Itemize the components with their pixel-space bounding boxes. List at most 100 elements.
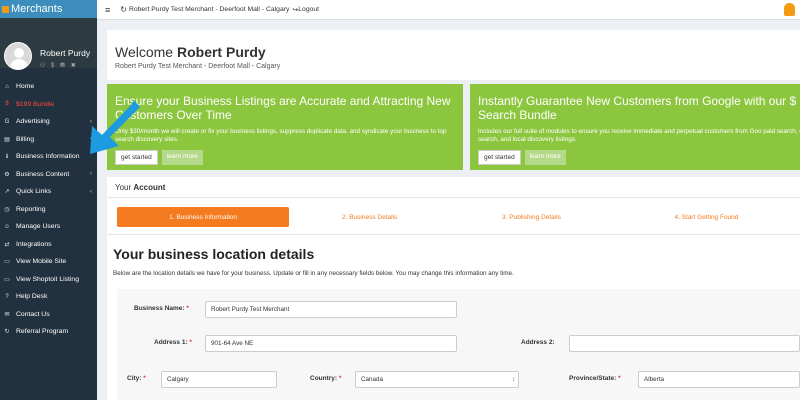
sidebar-item-label: Referral Program [16, 328, 69, 336]
sidebar-item-view-shoptoit-listing[interactable]: ▭ View Shoptoit Listing [0, 271, 97, 289]
dollar-icon: $ [5, 101, 9, 108]
chevron-left-icon: ‹ [90, 118, 92, 125]
brand-bar[interactable]: Merchants [0, 0, 97, 18]
sidebar-item-label: Contact Us [16, 310, 50, 318]
user-name: Robert Purdy [40, 48, 91, 58]
menu-toggle-icon[interactable]: ≡ [105, 5, 110, 15]
business-name-input[interactable]: Robert Purdy Test Merchant [205, 301, 457, 318]
promo-title: Ensure your Business Listings are Accura… [115, 94, 451, 122]
divider [107, 197, 800, 198]
chevron-left-icon: ‹ [90, 136, 92, 143]
sidebar-item-help-desk[interactable]: ? Help Desk [0, 288, 97, 306]
address2-input[interactable] [569, 335, 800, 352]
account-title-prefix: Your [115, 183, 134, 192]
sidebar-item-bundle[interactable]: $ $199 Bundle [0, 96, 97, 114]
country-select[interactable]: Canada [355, 371, 519, 388]
sidebar-item-label: Advertising [16, 118, 50, 126]
city-label: City: * [127, 375, 146, 382]
business-name-label: Business Name: * [134, 305, 189, 312]
sidebar-item-label: Reporting [16, 205, 46, 213]
sidebar-item-label: Quick Links [16, 188, 52, 196]
sidebar-item-quick-links[interactable]: ↗ Quick Links ‹ [0, 183, 97, 201]
welcome-subtitle: Robert Purdy Test Merchant - Deerfoot Ma… [115, 63, 281, 70]
step-business-details[interactable]: 2. Business Details [289, 207, 450, 227]
promo-card-listings: Ensure your Business Listings are Accura… [107, 84, 463, 170]
sidebar-item-advertising[interactable]: G Advertising ‹ [0, 113, 97, 131]
label-text: City: [127, 375, 142, 382]
step-business-information[interactable]: 1. Business Information [117, 207, 290, 227]
promo-card-search-bundle: Instantly Guarantee New Customers from G… [470, 84, 800, 170]
listing-icon: ▭ [4, 276, 10, 283]
chevron-left-icon: ‹ [90, 171, 92, 178]
address1-label: Address 1: * [154, 339, 192, 346]
required-mark: * [618, 375, 621, 382]
promo-text: Includes our full suite of modules to en… [478, 128, 800, 143]
mail-icon: ✉ [4, 311, 10, 318]
sidebar-item-contact-us[interactable]: ✉ Contact Us [0, 306, 97, 324]
sidebar-item-label: Business Information [16, 153, 80, 161]
user-action-icons[interactable]: ⚇ $ ⛃ ✖ [40, 62, 78, 69]
address1-input[interactable]: 901-64 Ave NE [205, 335, 457, 352]
account-title: Your Account [115, 183, 165, 192]
sidebar: Merchants Robert Purdy ⚇ $ ⛃ ✖ ⌂ Home $ $1… [0, 0, 97, 400]
welcome-heading: Welcome Robert Purdy [115, 44, 266, 60]
promo-text: Only $30/month we will create or fix you… [115, 128, 447, 143]
notification-icon[interactable] [784, 3, 795, 16]
country-label: Country: * [310, 375, 341, 382]
learn-more-button[interactable]: learn more [524, 150, 566, 165]
merchant-switcher[interactable]: Robert Purdy Test Merchant - Deerfoot Ma… [129, 6, 289, 13]
get-started-button[interactable]: get started [115, 150, 158, 165]
sidebar-item-integrations[interactable]: ⇄ Integrations [0, 236, 97, 254]
logout-link[interactable]: Logout [298, 6, 319, 13]
merchants-logo-icon [2, 5, 9, 13]
chevron-left-icon: ‹ [90, 188, 92, 195]
sidebar-item-reporting[interactable]: ◷ Reporting [0, 201, 97, 219]
sidebar-item-label: Business Content [16, 170, 70, 178]
sidebar-item-business-content[interactable]: ⚙ Business Content ‹ [0, 166, 97, 184]
country-selected-value: Canada [361, 376, 384, 383]
top-bar: ≡ ↻ Robert Purdy Test Merchant - Deerfoo… [97, 0, 800, 20]
sidebar-item-label: Home [16, 83, 35, 91]
account-panel: Your Account 1. Business Information 2. … [107, 177, 800, 400]
step-publishing-details[interactable]: 3. Publishing Details [450, 207, 613, 227]
city-input[interactable]: Calgary [161, 371, 277, 388]
mobile-icon: ▭ [4, 259, 10, 266]
label-text: Country: [310, 375, 338, 382]
divider [107, 234, 800, 235]
sidebar-item-business-information[interactable]: ℹ Business Information [0, 148, 97, 166]
refresh-icon[interactable]: ↻ [120, 5, 127, 14]
info-icon: ℹ [5, 154, 9, 161]
province-label: Province/State: * [569, 375, 621, 382]
sidebar-item-view-mobile-site[interactable]: ▭ View Mobile Site [0, 253, 97, 271]
sidebar-item-label: Billing [16, 135, 35, 143]
province-select[interactable]: Alberta [638, 371, 800, 388]
brand-title: Merchants [11, 3, 63, 15]
billing-icon: ▤ [4, 136, 10, 143]
avatar[interactable] [4, 42, 32, 70]
get-started-button[interactable]: get started [478, 150, 521, 165]
required-mark: * [186, 305, 189, 312]
sidebar-item-label: $199 Bundle [16, 100, 55, 108]
users-icon: ☺ [3, 223, 11, 230]
sidebar-item-label: View Shoptoit Listing [16, 275, 79, 283]
welcome-panel: Welcome Robert Purdy Robert Purdy Test M… [107, 30, 800, 80]
sidebar-item-referral-program[interactable]: ↻ Referral Program [0, 323, 97, 341]
help-icon: ? [5, 293, 9, 300]
label-text: Address 1: [154, 339, 188, 346]
welcome-prefix: Welcome [115, 44, 177, 60]
sidebar-item-billing[interactable]: ▤ Billing ‹ [0, 131, 97, 149]
sidebar-nav: ⌂ Home $ $199 Bundle G Advertising ‹ ▤ Billin… [0, 78, 97, 341]
required-mark: * [189, 339, 192, 346]
promo-title: Instantly Guarantee New Customers from G… [478, 94, 797, 122]
step-start-getting-found[interactable]: 4. Start Getting Found [613, 207, 800, 227]
account-title-bold: Account [133, 183, 166, 192]
chart-icon: ◷ [4, 206, 10, 213]
sidebar-item-home[interactable]: ⌂ Home [0, 78, 97, 96]
sidebar-item-manage-users[interactable]: ☺ Manage Users [0, 218, 97, 236]
province-selected-value: Alberta [644, 376, 664, 383]
exchange-icon: ⇄ [4, 241, 10, 248]
section-heading: Your business location details [113, 246, 315, 262]
home-icon: ⌂ [5, 83, 9, 90]
learn-more-button[interactable]: learn more [161, 150, 203, 165]
required-mark: * [143, 375, 146, 382]
